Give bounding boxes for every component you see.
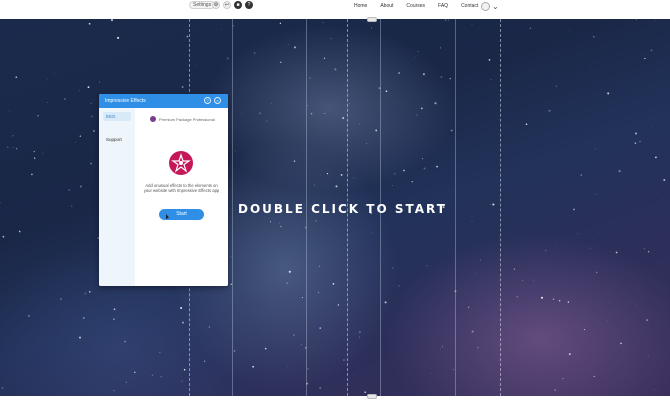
gear-icon[interactable]: ⚙ (212, 1, 220, 9)
section-resize-handle-bottom[interactable] (367, 394, 377, 399)
panel-sidebar: EEG Support (99, 108, 135, 286)
chevron-down-icon[interactable]: ⌄ (492, 2, 499, 11)
panel-title: Impressive Effects (105, 98, 146, 104)
help-icon[interactable]: ? (245, 1, 253, 9)
app-logo-icon (169, 151, 193, 175)
layout-guide-line (500, 19, 501, 396)
nav-item-about[interactable]: About (380, 3, 393, 9)
help-icon[interactable]: ? (204, 97, 211, 104)
editor-toolbar: ⚙ ↩ ■ ? (212, 1, 253, 9)
site-nav-menu: Home About Courses FAQ Contact (354, 3, 478, 9)
stop-icon[interactable]: ■ (234, 1, 242, 9)
panel-header[interactable]: Impressive Effects ? × (99, 94, 228, 108)
package-label: Premium Package Professional (159, 117, 215, 122)
undo-icon[interactable]: ↩ (223, 1, 231, 9)
start-button[interactable]: Start (159, 209, 204, 220)
nav-item-contact[interactable]: Contact (461, 3, 478, 9)
user-avatar-icon[interactable] (481, 2, 490, 11)
hero-headline[interactable]: DOUBLE CLICK TO START (238, 202, 447, 216)
app-settings-panel: Impressive Effects ? × EEG Support Premi… (99, 94, 228, 286)
layout-guide-line (232, 19, 233, 396)
close-icon[interactable]: × (214, 97, 221, 104)
premium-package-icon (150, 116, 156, 122)
layout-guide-line (455, 19, 456, 396)
editor-bottom-bar (0, 396, 670, 402)
editor-top-bar: Settings ⚙ ↩ ■ ? Home About Courses FAQ … (0, 0, 670, 19)
nav-item-home[interactable]: Home (354, 3, 367, 9)
nav-item-courses[interactable]: Courses (406, 3, 425, 9)
section-resize-handle-top[interactable] (367, 17, 377, 22)
panel-content: Premium Package Professional Add unusual… (135, 108, 228, 286)
sidebar-item-eeg[interactable]: EEG (103, 112, 131, 121)
sidebar-item-support[interactable]: Support (103, 135, 131, 144)
app-description: Add unusual effects to the elements on y… (143, 183, 220, 194)
nav-item-faq[interactable]: FAQ (438, 3, 448, 9)
